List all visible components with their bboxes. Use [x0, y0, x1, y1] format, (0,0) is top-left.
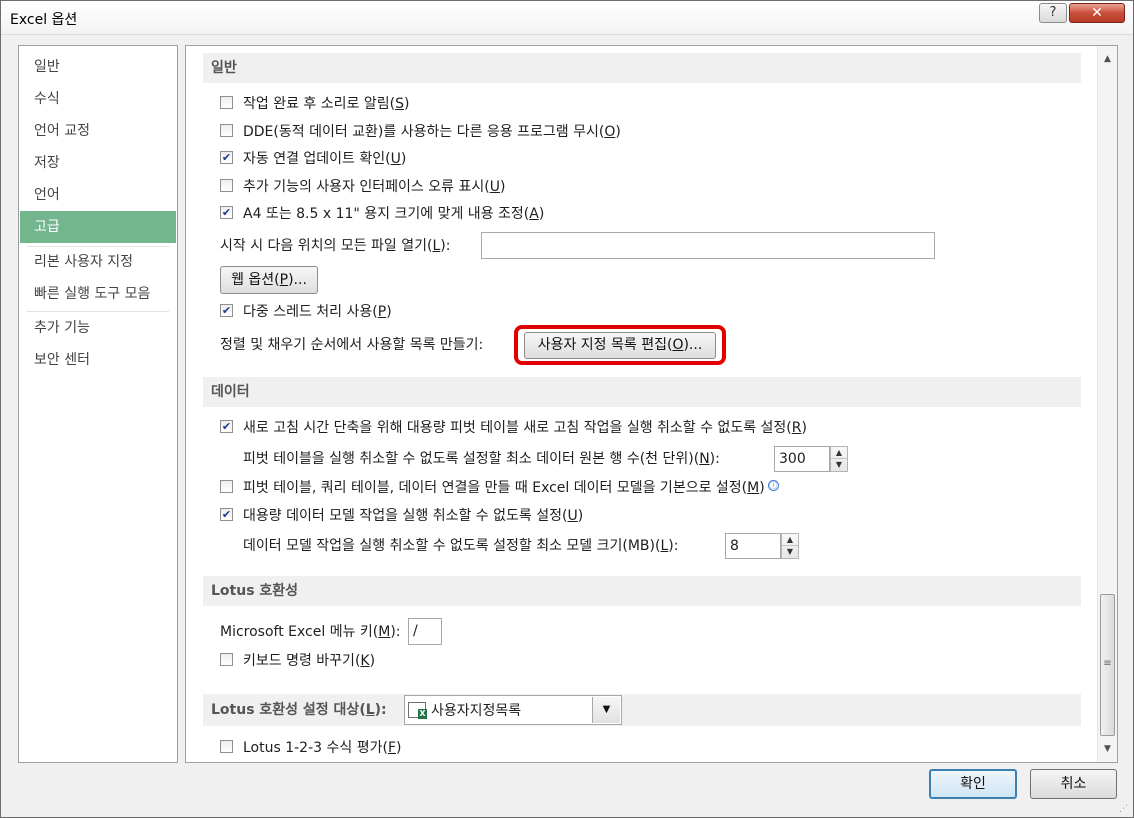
checkbox-checked[interactable]: ✔ — [220, 205, 233, 219]
scroll-down-icon[interactable]: ▼ — [1098, 740, 1117, 758]
close-button[interactable]: ✕ — [1069, 3, 1125, 23]
checkbox-checked[interactable]: ✔ — [220, 419, 233, 433]
checkbox[interactable] — [220, 479, 233, 493]
chevron-down-icon[interactable]: ▼ — [592, 697, 620, 723]
help-button[interactable]: ? — [1039, 3, 1067, 23]
window-title: Excel 옵션 — [10, 12, 78, 28]
checkbox-checked[interactable]: ✔ — [220, 507, 233, 521]
info-icon[interactable]: ⓘ — [767, 479, 779, 491]
nav-item-save[interactable]: 저장 — [20, 147, 176, 179]
nav-item-general[interactable]: 일반 — [20, 51, 176, 83]
option-scale-a4[interactable]: ✔ A4 또는 8.5 x 11" 용지 크기에 맞게 내용 조정(A) — [220, 202, 544, 226]
pivot-rows-threshold-label: 피벗 테이블을 실행 취소할 수 없도록 설정할 최소 데이터 원본 행 수(천… — [243, 451, 720, 467]
nav-item-quick-access-toolbar[interactable]: 빠른 실행 도구 모음 — [20, 278, 176, 310]
menu-key-input[interactable]: / — [408, 618, 442, 645]
pivot-rows-spinner[interactable]: ▲ ▼ — [830, 446, 848, 472]
nav-item-add-ins[interactable]: 추가 기능 — [20, 312, 176, 344]
menu-key-label: Microsoft Excel 메뉴 키(M): — [220, 624, 401, 640]
nav-item-proofing[interactable]: 언어 교정 — [20, 115, 176, 147]
model-size-input[interactable]: 8 — [725, 533, 781, 559]
model-size-spinner[interactable]: ▲ ▼ — [781, 533, 799, 559]
vertical-scrollbar[interactable]: ▲ ≡ ▼ — [1097, 46, 1117, 762]
section-header-lotus-target: Lotus 호환성 설정 대상(L): — [203, 694, 1081, 726]
startup-folder-input[interactable] — [481, 232, 935, 259]
option-lotus-formula-eval[interactable]: Lotus 1-2-3 수식 평가(F) — [220, 736, 401, 760]
section-header-general: 일반 — [203, 53, 1081, 83]
options-category-list: 일반 수식 언어 교정 저장 언어 고급 리본 사용자 지정 빠른 실행 도구 … — [18, 45, 178, 763]
custom-lists-label: 정렬 및 채우기 순서에서 사용할 목록 만들기: — [220, 337, 484, 353]
scroll-up-icon[interactable]: ▲ — [1098, 50, 1117, 68]
spin-up-icon[interactable]: ▲ — [831, 447, 847, 459]
open-files-at-startup-label: 시작 시 다음 위치의 모든 파일 열기(L): — [220, 238, 451, 254]
ok-button[interactable]: 확인 — [929, 769, 1017, 799]
resize-grip-icon[interactable]: ⋰ — [1119, 803, 1131, 815]
section-header-data: 데이터 — [203, 377, 1081, 407]
edit-custom-lists-button[interactable]: 사용자 지정 목록 편집(O)... — [524, 332, 716, 359]
checkbox[interactable] — [220, 123, 233, 137]
nav-item-trust-center[interactable]: 보안 센터 — [20, 344, 176, 376]
advanced-options-panel: 일반 작업 완료 후 소리로 알림(S) DDE(동적 데이터 교환)를 사용하… — [185, 45, 1118, 763]
excel-x-icon: X — [418, 709, 427, 719]
nav-item-language[interactable]: 언어 — [20, 179, 176, 211]
option-addin-ui-errors[interactable]: 추가 기능의 사용자 인터페이스 오류 표시(U) — [220, 175, 505, 199]
section-header-lotus: Lotus 호환성 — [203, 576, 1081, 606]
option-transition-nav-keys[interactable]: 키보드 명령 바꾸기(K) — [220, 649, 375, 673]
option-update-links[interactable]: ✔ 자동 연결 업데이트 확인(U) — [220, 147, 406, 171]
worksheet-icon: X — [408, 702, 427, 719]
title-bar: Excel 옵션 ? ✕ — [1, 1, 1133, 35]
spin-down-icon[interactable]: ▼ — [831, 459, 847, 471]
model-size-threshold-label: 데이터 모델 작업을 실행 취소할 수 없도록 설정할 최소 모델 크기(MB)… — [243, 538, 679, 554]
cancel-button[interactable]: 취소 — [1030, 769, 1117, 799]
checkbox[interactable] — [220, 178, 233, 192]
pivot-rows-input[interactable]: 300 — [774, 446, 830, 472]
option-ignore-dde[interactable]: DDE(동적 데이터 교환)를 사용하는 다른 응용 프로그램 무시(O) — [220, 120, 621, 144]
checkbox[interactable] — [220, 95, 233, 109]
nav-item-advanced[interactable]: 고급 — [20, 211, 176, 243]
checkbox-checked[interactable]: ✔ — [220, 303, 233, 317]
nav-item-customize-ribbon[interactable]: 리본 사용자 지정 — [20, 246, 176, 278]
nav-item-formulas[interactable]: 수식 — [20, 83, 176, 115]
dropdown-selected-value: 사용자지정목록 — [431, 703, 522, 719]
option-sound-feedback[interactable]: 작업 완료 후 소리로 알림(S) — [220, 92, 409, 116]
spin-down-icon[interactable]: ▼ — [782, 546, 798, 558]
lotus-sheet-dropdown[interactable]: X 사용자지정목록 ▼ — [404, 695, 622, 725]
web-options-button[interactable]: 웹 옵션(P)... — [220, 266, 318, 294]
option-data-model-undo[interactable]: ✔ 대용량 데이터 모델 작업을 실행 취소할 수 없도록 설정(U) — [220, 504, 583, 528]
checkbox[interactable] — [220, 739, 233, 753]
option-pivot-undo[interactable]: ✔ 새로 고침 시간 단축을 위해 대용량 피벗 테이블 새로 고침 작업을 실행… — [220, 416, 807, 440]
checkbox-checked[interactable]: ✔ — [220, 150, 233, 164]
option-default-data-model[interactable]: 피벗 테이블, 쿼리 테이블, 데이터 연결을 만들 때 Excel 데이터 모… — [220, 476, 779, 500]
excel-options-dialog: Excel 옵션 ? ✕ 일반 수식 언어 교정 저장 언어 고급 리본 사용자… — [0, 0, 1134, 818]
checkbox[interactable] — [220, 652, 233, 666]
option-multithreading[interactable]: ✔ 다중 스레드 처리 사용(P) — [220, 300, 392, 324]
scrollbar-thumb[interactable]: ≡ — [1100, 594, 1115, 736]
spin-up-icon[interactable]: ▲ — [782, 534, 798, 546]
